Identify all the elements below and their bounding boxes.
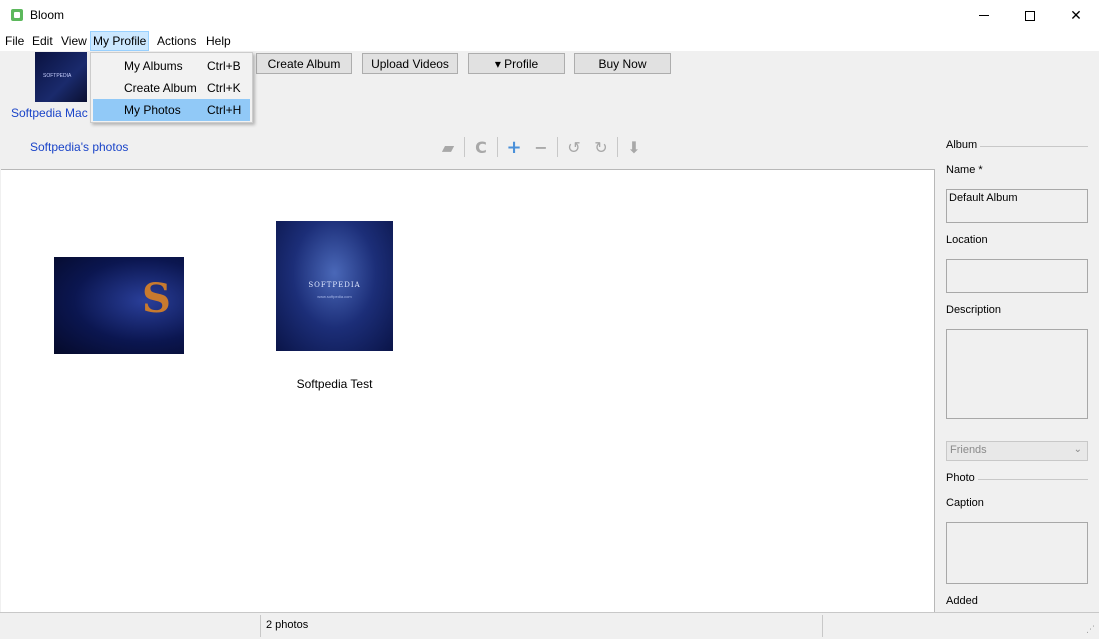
- photo-thumbnail[interactable]: SOFTPEDIA www.softpedia.com: [276, 221, 393, 351]
- description-label: Description: [946, 304, 1002, 316]
- menu-edit[interactable]: Edit: [30, 31, 55, 51]
- privacy-select[interactable]: Friends ⌄: [946, 441, 1088, 461]
- menu-item-shortcut: Ctrl+K: [207, 81, 241, 95]
- photo-count: 2 photos: [266, 619, 309, 631]
- maximize-button[interactable]: [1007, 0, 1053, 31]
- bloom-app-icon: [11, 9, 23, 21]
- buy-now-button[interactable]: Buy Now: [574, 53, 671, 74]
- album-section-heading: Album: [946, 139, 978, 151]
- menu-view[interactable]: View: [59, 31, 89, 51]
- download-icon[interactable]: ⬇: [623, 137, 645, 157]
- added-label: Added: [946, 595, 978, 607]
- menu-bar: File Edit View My Profile Actions Help: [0, 31, 1099, 51]
- menu-file[interactable]: File: [3, 31, 26, 51]
- profile-name-link[interactable]: Softpedia Mac Test: [11, 106, 91, 120]
- title-bar: Bloom ✕: [0, 0, 1099, 31]
- upload-videos-button[interactable]: Upload Videos: [362, 53, 458, 74]
- toolbar-divider: [464, 137, 465, 157]
- location-label: Location: [946, 234, 988, 246]
- photo-thumbnail[interactable]: S: [54, 257, 184, 354]
- caption-field[interactable]: [946, 522, 1088, 584]
- menu-item-label: Create Album: [124, 81, 197, 95]
- photo-grid: S SOFTPEDIA www.softpedia.com Softpedia …: [1, 169, 935, 612]
- folder-icon[interactable]: ▰: [437, 137, 459, 157]
- location-field[interactable]: [946, 259, 1088, 293]
- close-button[interactable]: ✕: [1053, 0, 1099, 31]
- menu-item-my-albums[interactable]: My Albums Ctrl+B: [93, 55, 250, 77]
- details-sidebar: Album Name * Default Album Location Desc…: [936, 134, 1099, 612]
- refresh-icon[interactable]: C: [470, 137, 492, 157]
- resize-grip-icon[interactable]: ⋰: [1086, 625, 1095, 635]
- menu-item-label: My Albums: [124, 59, 183, 73]
- menu-actions[interactable]: Actions: [155, 31, 198, 51]
- toolbar-divider: [617, 137, 618, 157]
- menu-my-profile[interactable]: My Profile: [90, 31, 150, 51]
- section-divider: [978, 479, 1088, 480]
- photo-art-subtext: www.softpedia.com: [317, 294, 352, 299]
- add-icon[interactable]: +: [503, 137, 525, 158]
- window-title: Bloom: [30, 8, 65, 22]
- status-divider: [822, 615, 823, 637]
- album-name-field[interactable]: Default Album: [946, 189, 1088, 223]
- rotate-right-icon[interactable]: ↻: [590, 137, 612, 157]
- album-name-label: Name *: [946, 164, 983, 176]
- minimize-button[interactable]: [961, 0, 1007, 31]
- section-divider: [980, 146, 1088, 147]
- privacy-select-value: Friends: [950, 444, 987, 456]
- profile-avatar[interactable]: SOFTPEDIA: [35, 52, 87, 102]
- photo-section-heading: Photo: [946, 472, 975, 484]
- create-album-button[interactable]: Create Album: [256, 53, 352, 74]
- maximize-icon: [1025, 10, 1035, 21]
- photos-breadcrumb-link[interactable]: Softpedia's photos: [30, 140, 128, 154]
- toolbar-divider: [557, 137, 558, 157]
- status-bar: 2 photos ⋰: [0, 612, 1099, 639]
- my-profile-menu: My Albums Ctrl+B Create Album Ctrl+K My …: [90, 52, 253, 123]
- minimize-icon: [979, 15, 989, 16]
- profile-dropdown-button[interactable]: ▾ Profile: [468, 53, 565, 74]
- rotate-left-icon[interactable]: ↺: [563, 137, 585, 157]
- menu-item-create-album[interactable]: Create Album Ctrl+K: [93, 77, 250, 99]
- status-divider: [260, 615, 261, 637]
- menu-item-shortcut: Ctrl+B: [207, 59, 241, 73]
- profile-thumb-text: SOFTPEDIA: [43, 73, 72, 79]
- description-field[interactable]: [946, 329, 1088, 419]
- caption-label: Caption: [946, 497, 984, 509]
- menu-item-shortcut: Ctrl+H: [207, 103, 242, 117]
- photo-art-text: S: [142, 275, 171, 322]
- toolbar-divider: [497, 137, 498, 157]
- menu-item-my-photos[interactable]: My Photos Ctrl+H: [93, 99, 250, 121]
- menu-help[interactable]: Help: [204, 31, 233, 51]
- chevron-down-icon: ⌄: [1073, 444, 1082, 455]
- menu-item-label: My Photos: [124, 103, 181, 117]
- remove-icon[interactable]: −: [530, 137, 552, 157]
- photo-art-text: SOFTPEDIA: [308, 281, 361, 289]
- photo-caption: Softpedia Test: [296, 377, 373, 391]
